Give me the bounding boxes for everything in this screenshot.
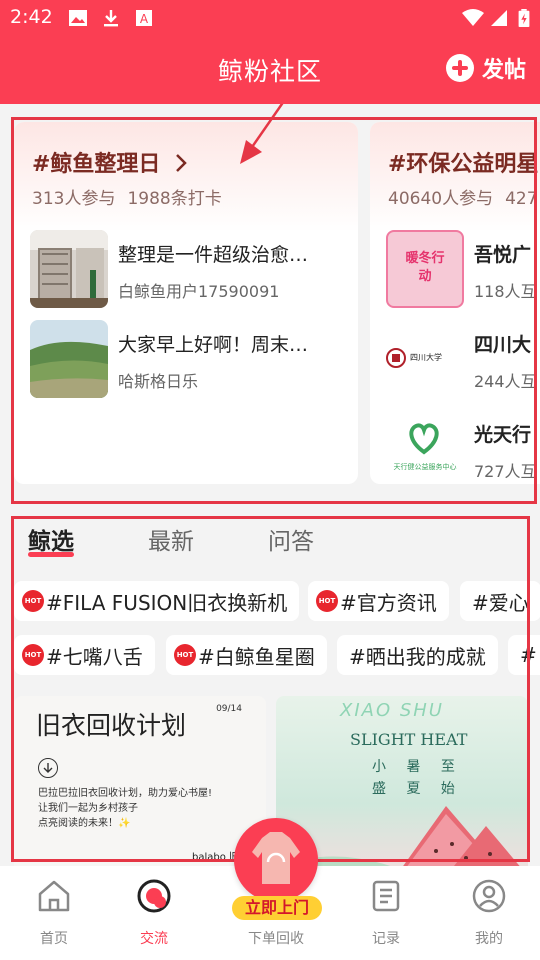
hot-badge-icon: HOT <box>22 590 44 612</box>
svg-text:A: A <box>140 12 149 26</box>
topic-chip[interactable]: HOT #FILA FUSION旧衣换新机 <box>14 581 300 621</box>
tab-latest[interactable]: 最新 <box>148 522 194 556</box>
post-button-label: 发帖 <box>481 58 526 83</box>
topic-chip[interactable]: # <box>508 635 540 675</box>
plus-circle-icon <box>445 54 474 82</box>
topic-chip[interactable]: HOT #官方资讯 <box>308 581 449 621</box>
home-icon <box>38 880 70 912</box>
order-pickup-badge[interactable]: 立即上门 <box>232 896 322 920</box>
jacket-icon <box>252 832 300 884</box>
nav-item-community[interactable]: 交流 <box>100 866 208 960</box>
tab-qa[interactable]: 问答 <box>268 522 314 556</box>
feed-card-line: 小 暑 至 <box>372 759 463 775</box>
topic-chip[interactable]: #晒出我的成就 <box>337 635 498 675</box>
topic-chip[interactable]: HOT #白鲸鱼星圈 <box>166 635 327 675</box>
download-circle-icon <box>38 758 58 778</box>
content-tabs: 鲸选 最新 问答 <box>0 516 540 568</box>
feed-card-title: XIAO SHU <box>340 700 444 721</box>
topic-chip[interactable]: HOT #七嘴八舌 <box>14 635 155 675</box>
nav-item-profile[interactable]: 我的 <box>435 866 540 960</box>
status-time: 2:42 <box>10 6 53 28</box>
text-icon: A <box>136 10 152 26</box>
feed-card-title: 旧衣回收计划 <box>36 711 187 740</box>
topic-cards: #鲸鱼整理日 313人参与 1988条打卡 整理是一件超级治愈… 白鲸鱼用户175… <box>0 104 540 504</box>
hot-badge-icon: HOT <box>22 644 44 666</box>
battery-icon <box>518 9 530 27</box>
topic-chip[interactable]: #爱心 <box>460 581 540 621</box>
feed-card-line: 盛 夏 始 <box>372 781 463 797</box>
image-icon <box>69 10 87 26</box>
feed-card-subtitle: SLIGHT HEAT <box>350 730 468 749</box>
nav-item-home[interactable]: 首页 <box>0 866 108 960</box>
active-tab-indicator <box>28 552 74 557</box>
status-bar: 2:42 A <box>0 0 540 36</box>
nav-item-record[interactable]: 记录 <box>332 866 440 960</box>
feed-card-date: 09/14 <box>216 704 242 714</box>
profile-icon <box>472 879 506 913</box>
hot-badge-icon: HOT <box>316 590 338 612</box>
post-button[interactable]: 发帖 <box>445 52 526 84</box>
feed-card-description: 巴拉巴拉旧衣回收计划，助力爱心书屋! 让我们一起为乡村孩子 点亮阅读的未来！✨ <box>38 788 213 829</box>
annotation-arrow <box>240 104 284 164</box>
topic-chip-row: HOT #FILA FUSION旧衣换新机 HOT #官方资讯 #爱心 <box>0 581 540 625</box>
download-icon <box>104 10 118 27</box>
wifi-icon <box>462 9 484 26</box>
topic-chip-row: HOT #七嘴八舌 HOT #白鲸鱼星圈 #晒出我的成就 # <box>0 635 540 679</box>
top-bar: 2:42 A 鲸粉社区 发帖 <box>0 0 540 104</box>
hot-badge-icon: HOT <box>174 644 196 666</box>
tab-featured[interactable]: 鲸选 <box>28 522 74 556</box>
order-pickup-button[interactable] <box>234 818 318 902</box>
record-icon <box>372 880 400 912</box>
feed-card[interactable]: 旧衣回收计划 09/14 巴拉巴拉旧衣回收计划，助力爱心书屋! 让我们一起为乡村… <box>14 696 266 870</box>
signal-icon <box>491 10 507 26</box>
community-icon <box>137 879 171 913</box>
